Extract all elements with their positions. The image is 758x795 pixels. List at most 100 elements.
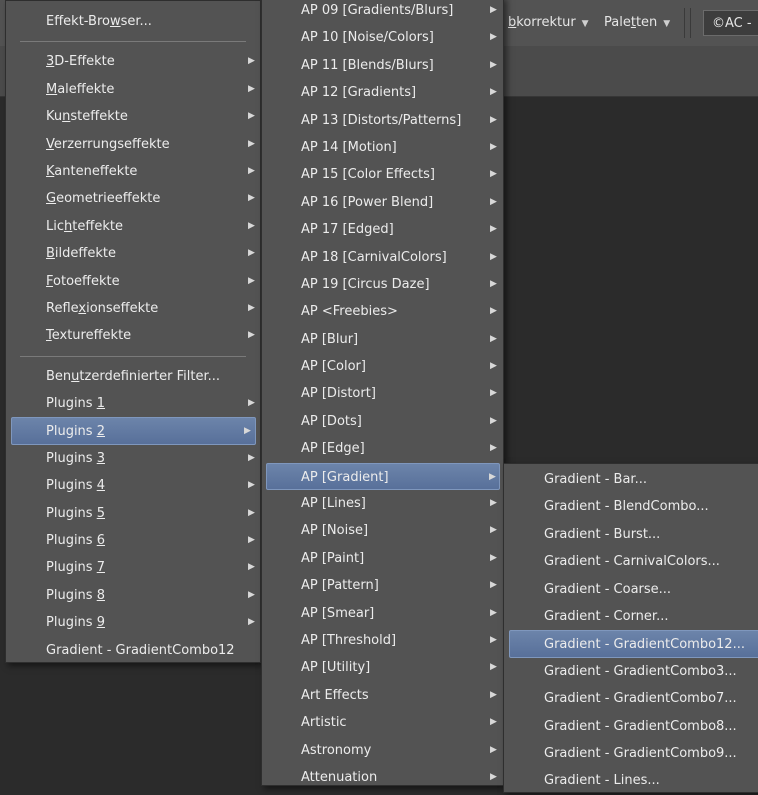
menu-item-ap-smear[interactable]: AP [Smear] ▶: [262, 600, 503, 627]
menu-item-artistic[interactable]: Artistic ▶: [262, 709, 503, 736]
copyright-field[interactable]: ©AC -: [703, 10, 758, 36]
menu-farbkorrektur[interactable]: bkorrektur ▼: [508, 12, 589, 34]
menu-item-ap-10-noise-colors[interactable]: AP 10 [Noise/Colors] ▶: [262, 24, 503, 51]
access-key: 4: [96, 478, 105, 494]
menu-item-label: AP 11 [Blends/Blurs]: [301, 57, 434, 73]
chevron-right-icon: ▶: [248, 193, 255, 204]
menu-item-ap-13-distorts-patterns[interactable]: AP 13 [Distorts/Patterns] ▶: [262, 107, 503, 134]
menu-item-ap-18-carnivalcolors[interactable]: AP 18 [CarnivalColors] ▶: [262, 244, 503, 271]
menu-item-gradient-gradientcombo7[interactable]: Gradient - GradientCombo7...: [504, 685, 758, 712]
menu-item-astronomy[interactable]: Astronomy ▶: [262, 737, 503, 764]
menu-item-label: AP [Distort]: [301, 386, 376, 402]
menu-item-label: Fotoeffekte: [46, 273, 120, 289]
menu-item-ap-15-color-effects[interactable]: AP 15 [Color Effects] ▶: [262, 161, 503, 188]
chevron-right-icon: ▶: [248, 165, 255, 176]
menu-item-ap-14-motion[interactable]: AP 14 [Motion] ▶: [262, 134, 503, 161]
menu-item-plugins-9[interactable]: Plugins 9 ▶: [6, 609, 260, 636]
chevron-right-icon: ▶: [248, 302, 255, 313]
menu-item-ap-12-gradients[interactable]: AP 12 [Gradients] ▶: [262, 79, 503, 106]
menu-item-ap-edge[interactable]: AP [Edge] ▶: [262, 435, 503, 462]
menu-item-ap-gradient[interactable]: AP [Gradient] ▶: [266, 462, 500, 491]
menu-paletten[interactable]: Paletten ▼: [604, 12, 670, 34]
toolbar-divider: [684, 8, 685, 38]
menu-item-art-effects[interactable]: Art Effects ▶: [262, 682, 503, 709]
menu-item-ap-19-circus-daze[interactable]: AP 19 [Circus Daze] ▶: [262, 271, 503, 298]
menu-item-fotoeffekte[interactable]: Fotoeffekte ▶: [6, 268, 260, 295]
menu-item-plugins-5[interactable]: Plugins 5 ▶: [6, 500, 260, 527]
access-key: G: [46, 191, 57, 207]
menu-item-plugins-4[interactable]: Plugins 4 ▶: [6, 472, 260, 499]
menu-item-gradient-lines[interactable]: Gradient - Lines...: [504, 767, 758, 794]
chevron-right-icon: ▶: [490, 525, 497, 536]
menu-item-ap-color[interactable]: AP [Color] ▶: [262, 353, 503, 380]
menu-item-kunsteffekte[interactable]: Kunsteffekte ▶: [6, 103, 260, 130]
menu-item-benutzerdefinierter-filter[interactable]: Benutzerdefinierter Filter...: [6, 363, 260, 390]
menu-item-label: Kunsteffekte: [46, 109, 128, 125]
menu-item-label: AP [Utility]: [301, 660, 371, 676]
menu-item-label: AP 18 [CarnivalColors]: [301, 249, 447, 265]
menu-item-plugins-2[interactable]: Plugins 2 ▶: [11, 417, 256, 445]
menu-item-label: Gradient - Bar...: [544, 472, 647, 487]
menu-item-gradient-burst[interactable]: Gradient - Burst...: [504, 521, 758, 548]
menu-item-textureffekte[interactable]: Textureffekte ▶: [6, 322, 260, 349]
menu-item-ap-utility[interactable]: AP [Utility] ▶: [262, 654, 503, 681]
menu-item-gradient-gradientcombo8[interactable]: Gradient - GradientCombo8...: [504, 713, 758, 740]
menu-item-gradient-coarse[interactable]: Gradient - Coarse...: [504, 576, 758, 603]
menu-item-ap-paint[interactable]: AP [Paint] ▶: [262, 545, 503, 572]
menu-item-label: AP <Freebies>: [301, 304, 398, 320]
menu-item-ap-lines[interactable]: AP [Lines] ▶: [262, 490, 503, 517]
access-key: 3: [96, 450, 105, 466]
menu-item-gradient-bar[interactable]: Gradient - Bar...: [504, 466, 758, 493]
chevron-right-icon: ▶: [248, 83, 255, 94]
menu-item-ap-noise[interactable]: AP [Noise] ▶: [262, 517, 503, 544]
menu-item-plugins-3[interactable]: Plugins 3 ▶: [6, 445, 260, 472]
menu-item-gradient-corner[interactable]: Gradient - Corner...: [504, 603, 758, 630]
menu-item-lichteffekte[interactable]: Lichteffekte ▶: [6, 213, 260, 240]
menu-item-verzerrungseffekte[interactable]: Verzerrungseffekte ▶: [6, 131, 260, 158]
menu-item-plugins-1[interactable]: Plugins 1 ▶: [6, 390, 260, 417]
menu-item-gradient-gradientcombo12[interactable]: Gradient - GradientCombo12: [6, 637, 260, 664]
menu-item-label: Artistic: [301, 715, 347, 731]
chevron-right-icon: ▶: [490, 278, 497, 289]
menu-item-reflexionseffekte[interactable]: Reflexionseffekte ▶: [6, 295, 260, 322]
menu-item-bildeffekte[interactable]: Bildeffekte ▶: [6, 240, 260, 267]
menu-item-ap-11-blends-blurs[interactable]: AP 11 [Blends/Blurs] ▶: [262, 52, 503, 79]
menu-item-gradient-blendcombo[interactable]: Gradient - BlendCombo...: [504, 493, 758, 520]
menu-item-ap-dots[interactable]: AP [Dots] ▶: [262, 408, 503, 435]
menu-item-kanteneffekte[interactable]: Kanteneffekte ▶: [6, 158, 260, 185]
menu-item-ap-09-gradients-blurs[interactable]: AP 09 [Gradients/Blurs] ▶: [262, 0, 503, 24]
chevron-right-icon: ▶: [490, 32, 497, 43]
menu-item-ap-distort[interactable]: AP [Distort] ▶: [262, 380, 503, 407]
menu-item-ap-pattern[interactable]: AP [Pattern] ▶: [262, 572, 503, 599]
menu-item-label: Plugins 9: [46, 615, 105, 631]
menu-item-gradient-gradientcombo3[interactable]: Gradient - GradientCombo3...: [504, 658, 758, 685]
menu-item-label: AP [Smear]: [301, 605, 375, 621]
chevron-right-icon: ▶: [248, 589, 255, 600]
menu-item-ap-17-edged[interactable]: AP 17 [Edged] ▶: [262, 216, 503, 243]
menu-item-geometrieeffekte[interactable]: Geometrieeffekte ▶: [6, 185, 260, 212]
chevron-right-icon: ▶: [490, 552, 497, 563]
menu-item-gradient-gradientcombo9[interactable]: Gradient - GradientCombo9...: [504, 740, 758, 767]
chevron-right-icon: ▶: [248, 452, 255, 463]
menu-item-ap-freebies[interactable]: AP <Freebies> ▶: [262, 298, 503, 325]
menu-item-ap-threshold[interactable]: AP [Threshold] ▶: [262, 627, 503, 654]
access-key: F: [46, 273, 54, 289]
chevron-right-icon: ▶: [490, 415, 497, 426]
menu-item-ap-16-power-blend[interactable]: AP 16 [Power Blend] ▶: [262, 189, 503, 216]
menu-item-maleffekte[interactable]: Maleffekte ▶: [6, 76, 260, 103]
menu-item-label: AP [Gradient]: [301, 469, 389, 485]
menu-item-label: Bildeffekte: [46, 246, 116, 262]
menu-item-ap-blur[interactable]: AP [Blur] ▶: [262, 326, 503, 353]
menu-item-3d-effekte[interactable]: 3D-Effekte ▶: [6, 48, 260, 75]
menu-item-label: Plugins 5: [46, 505, 105, 521]
chevron-right-icon: ▶: [248, 507, 255, 518]
menu-item-label: Geometrieeffekte: [46, 191, 161, 207]
menu-item-effekt-browser[interactable]: Effekt-Browser...: [6, 8, 260, 35]
menu-item-gradient-gradientcombo12[interactable]: Gradient - GradientCombo12...: [509, 630, 758, 658]
menu-item-plugins-6[interactable]: Plugins 6 ▶: [6, 527, 260, 554]
menu-item-gradient-carnivalcolors[interactable]: Gradient - CarnivalColors...: [504, 548, 758, 575]
menu-item-plugins-7[interactable]: Plugins 7 ▶: [6, 554, 260, 581]
menu-item-plugins-8[interactable]: Plugins 8 ▶: [6, 582, 260, 609]
access-key: x: [78, 300, 87, 316]
menu-item-label: Art Effects: [301, 687, 369, 703]
